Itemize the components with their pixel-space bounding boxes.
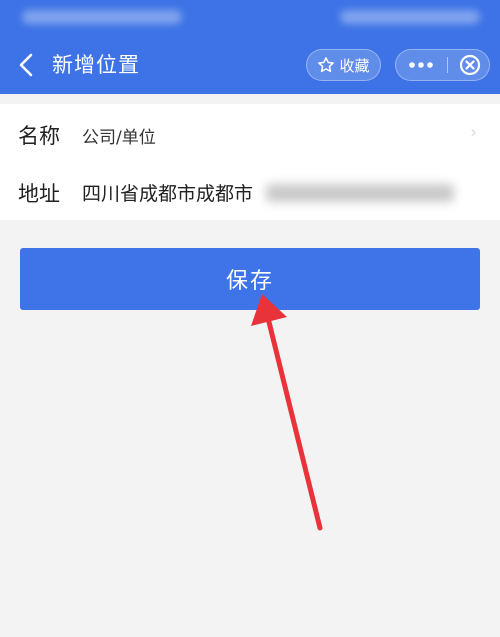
close-circle-icon	[459, 54, 481, 76]
favorite-button[interactable]: 收藏	[306, 49, 381, 81]
name-label: 名称	[18, 124, 60, 148]
favorite-label: 收藏	[339, 56, 370, 75]
more-dots-icon	[409, 62, 433, 68]
annotation-arrow	[251, 294, 323, 531]
address-redacted	[266, 184, 454, 202]
name-row[interactable]: 名称 公司/单位 ›	[0, 104, 500, 162]
nav-bar: 新增位置 收藏	[0, 36, 500, 94]
save-button[interactable]: 保存	[20, 248, 480, 310]
location-form: 名称 公司/单位 › 地址 四川省成都市成都市	[0, 104, 500, 220]
star-icon	[318, 57, 335, 73]
page-title: 新增位置	[52, 53, 140, 77]
name-field[interactable]: 公司/单位	[82, 123, 156, 148]
back-button[interactable]	[12, 50, 42, 80]
mini-program-capsule	[395, 49, 490, 81]
capsule-divider	[447, 57, 448, 73]
chevron-right-icon: ›	[470, 122, 478, 143]
address-label: 地址	[18, 182, 60, 206]
more-button[interactable]	[396, 50, 446, 80]
address-field[interactable]: 四川省成都市成都市	[82, 179, 253, 206]
save-button-label: 保存	[225, 269, 274, 294]
address-row[interactable]: 地址 四川省成都市成都市	[0, 162, 500, 220]
status-bar-right-blurred	[340, 10, 480, 24]
close-button[interactable]	[451, 50, 489, 80]
back-chevron-icon	[19, 53, 33, 77]
status-bar-left-blurred	[22, 10, 182, 24]
status-bar	[0, 0, 500, 36]
